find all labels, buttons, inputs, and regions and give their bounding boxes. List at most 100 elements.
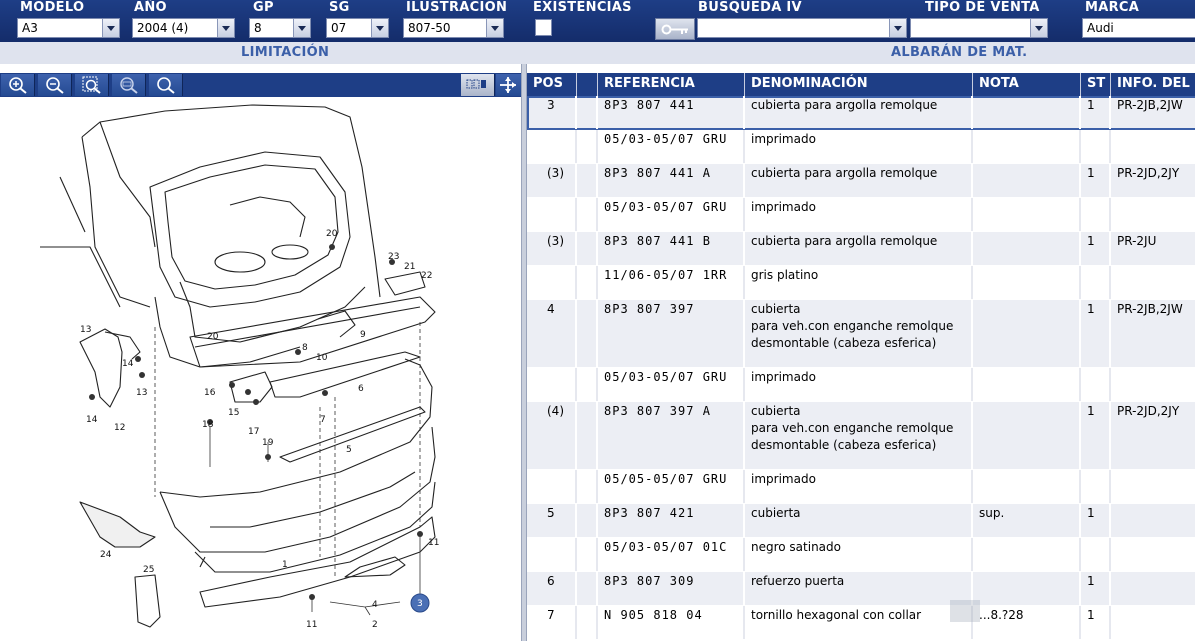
table-row[interactable]: (3) 8P3 807 441 A cubierta para argolla re… (527, 164, 1195, 198)
diagram-label-4[interactable]: 4 (372, 600, 378, 610)
key-button[interactable] (655, 18, 695, 40)
column-referencia[interactable]: REFERENCIA (598, 73, 745, 96)
cell-st (1081, 368, 1111, 401)
zoom-out-button[interactable] (38, 74, 72, 96)
table-row[interactable]: 05/03-05/07 GRU imprimado (527, 130, 1195, 164)
search-button[interactable] (149, 74, 183, 96)
column-denominacion[interactable]: DENOMINACIÓN (745, 73, 973, 96)
table-row[interactable]: 05/03-05/07 GRU imprimado (527, 198, 1195, 232)
tipo-venta-select[interactable] (910, 18, 1048, 38)
cell-referencia: 05/03-05/07 01C (598, 538, 745, 571)
diagram-label-21[interactable]: 21 (404, 262, 415, 272)
gp-select[interactable]: 8 (249, 18, 311, 38)
diagram-label-20a[interactable]: 20 (326, 229, 338, 239)
cell-st (1081, 266, 1111, 299)
cell-pos: 7 (527, 606, 577, 639)
diagram-label-13a[interactable]: 13 (80, 325, 91, 335)
column-blank[interactable] (577, 73, 598, 96)
table-row[interactable]: (4) 8P3 807 397 A cubierta para veh.con eng… (527, 402, 1195, 470)
diagram-label-17[interactable]: 17 (248, 427, 259, 437)
diagram-label-14a[interactable]: 14 (86, 415, 98, 425)
chevron-down-icon[interactable] (102, 19, 119, 37)
diagram-label-18[interactable]: 18 (202, 420, 214, 430)
diagram-label-8[interactable]: 8 (302, 343, 308, 353)
diagram-label-3[interactable]: 3 (417, 599, 423, 609)
zoom-region-button[interactable] (75, 74, 109, 96)
cell-info (1111, 572, 1195, 605)
diagram-label-15[interactable]: 15 (228, 408, 239, 418)
diagram-label-11b[interactable]: 11 (428, 538, 439, 548)
anio-select[interactable]: 2004 (4) (132, 18, 235, 38)
move-button[interactable] (496, 74, 521, 96)
table-row[interactable]: 4 8P3 807 397 cubierta para veh.con enganch… (527, 300, 1195, 368)
table-row[interactable]: 11/06-05/07 1RR gris platino (527, 266, 1195, 300)
diagram-label-23[interactable]: 23 (388, 252, 399, 262)
limitacion-label[interactable]: LIMITACIÓN (241, 45, 329, 60)
column-info[interactable]: INFO. DEL M (1111, 73, 1195, 96)
chevron-down-icon[interactable] (1030, 19, 1047, 37)
diagram-label-25[interactable]: 25 (143, 565, 154, 575)
modelo-select[interactable]: A3 (17, 18, 120, 38)
zoom-100-button[interactable] (112, 74, 146, 96)
layout-icon (466, 79, 486, 89)
layout-button[interactable] (461, 74, 495, 96)
column-st[interactable]: ST (1081, 73, 1111, 96)
table-row[interactable]: 05/03-05/07 GRU imprimado (527, 368, 1195, 402)
chevron-down-icon[interactable] (371, 19, 388, 37)
table-row[interactable]: 7 N 905 818 04 tornillo hexagonal con coll… (527, 606, 1195, 640)
cell-nota (973, 232, 1081, 265)
denominacion-line: cubierta para argolla remolque (751, 166, 938, 180)
albaran-label[interactable]: ALBARÁN DE MAT. (891, 45, 1027, 60)
chevron-down-icon[interactable] (486, 19, 503, 37)
diagram-label-13b[interactable]: 13 (136, 388, 147, 398)
table-row[interactable]: 05/03-05/07 01C negro satinado (527, 538, 1195, 572)
diagram-label-14b[interactable]: 14 (122, 359, 134, 369)
diagram-label-19[interactable]: 19 (262, 438, 274, 448)
ilustracion-select[interactable]: 807-50 (403, 18, 504, 38)
diagram-label-10[interactable]: 10 (316, 353, 328, 363)
diagram-label-20b[interactable]: 20 (207, 332, 219, 342)
chevron-down-icon[interactable] (889, 19, 906, 37)
chevron-down-icon[interactable] (217, 19, 234, 37)
zoom-in-button[interactable] (1, 74, 35, 96)
column-pos[interactable]: POS (527, 73, 577, 96)
cell-info: PR-2JB,2JW (1111, 300, 1195, 367)
diagram-label-9[interactable]: 9 (360, 330, 366, 340)
diagram-label-2[interactable]: 2 (372, 620, 378, 630)
denominacion-line: imprimado (751, 200, 816, 214)
sg-select[interactable]: 07 (326, 18, 389, 38)
zoom-100-icon (120, 77, 138, 94)
cell-info (1111, 470, 1195, 503)
cell-st: 1 (1081, 232, 1111, 265)
diagram-label-11a[interactable]: 11 (306, 620, 317, 630)
parts-diagram[interactable]: 1 2 3 4 5 6 7 8 9 10 11 11 12 13 13 14 1… (0, 97, 521, 641)
cell-referencia: 11/06-05/07 1RR (598, 266, 745, 299)
table-row[interactable]: 5 8P3 807 421 cubierta sup. 1 (527, 504, 1195, 538)
diagram-label-24[interactable]: 24 (100, 550, 112, 560)
cell-referencia: 8P3 807 441 A (598, 164, 745, 197)
chevron-down-icon[interactable] (293, 19, 310, 37)
diagram-label-6[interactable]: 6 (358, 384, 364, 394)
zoom-out-icon (46, 77, 64, 94)
existencias-checkbox[interactable] (535, 19, 552, 36)
denominacion-line: imprimado (751, 472, 816, 486)
diagram-label-16[interactable]: 16 (204, 388, 216, 398)
cell-nota (973, 538, 1081, 571)
cell-st: 1 (1081, 504, 1111, 537)
table-row[interactable]: (3) 8P3 807 441 B cubierta para argolla re… (527, 232, 1195, 266)
table-row[interactable]: 05/05-05/07 GRU imprimado (527, 470, 1195, 504)
cell-st: 1 (1081, 96, 1111, 129)
diagram-label-12[interactable]: 12 (114, 423, 125, 433)
table-row[interactable]: 3 8P3 807 441 cubierta para argolla remolq… (527, 96, 1195, 130)
diagram-label-7[interactable]: 7 (320, 415, 326, 425)
rear-bumper-diagram: 1 2 3 4 5 6 7 8 9 10 11 11 12 13 13 14 1… (40, 104, 439, 630)
diagram-label-5[interactable]: 5 (346, 445, 352, 455)
table-row[interactable]: 6 8P3 807 309 refuerzo puerta 1 (527, 572, 1195, 606)
diagram-label-22[interactable]: 22 (421, 271, 432, 281)
diagram-label-1[interactable]: 1 (282, 560, 288, 570)
marca-select[interactable]: Audi (1082, 18, 1195, 38)
column-nota[interactable]: NOTA (973, 73, 1081, 96)
cell-nota (973, 470, 1081, 503)
busqueda-select[interactable] (697, 18, 907, 38)
cell-pos (527, 266, 577, 299)
